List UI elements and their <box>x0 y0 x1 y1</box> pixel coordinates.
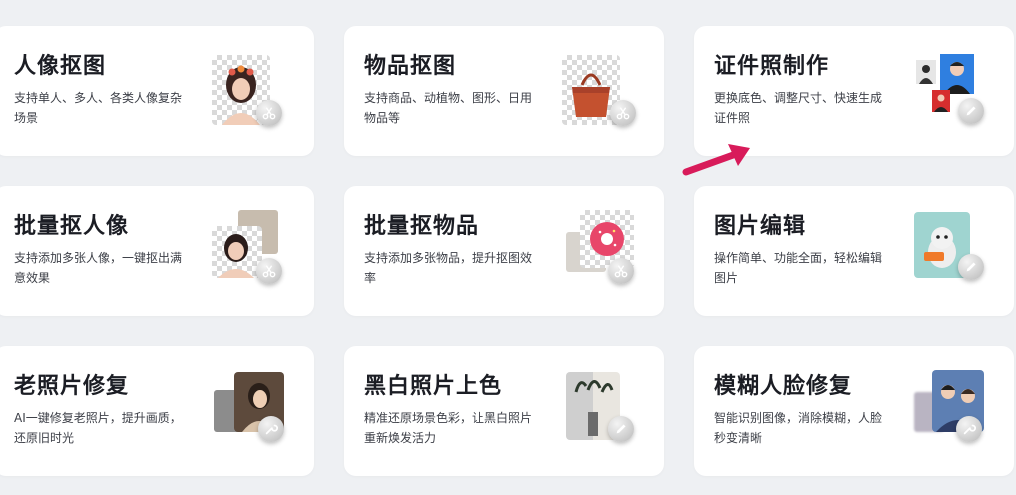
pencil-icon <box>958 254 984 280</box>
card-desc: 精准还原场景色彩，让黑白照片重新焕发活力 <box>364 411 533 445</box>
card-title: 批量抠人像 <box>14 214 130 239</box>
card-bw-colorize[interactable]: 黑白照片上色 精准还原场景色彩，让黑白照片重新焕发活力 <box>344 346 664 476</box>
card-title: 批量抠物品 <box>364 214 480 239</box>
card-batch-object[interactable]: 批量抠物品 支持添加多张物品，提升抠图效率 <box>344 186 664 316</box>
card-image-editor[interactable]: 图片编辑 操作简单、功能全面，轻松编辑图片 <box>694 186 1014 316</box>
id-photo-red-thumbnail <box>932 90 950 112</box>
card-desc: 智能识别图像，消除模糊，人脸秒变清晰 <box>714 411 883 445</box>
card-desc: 支持商品、动植物、图形、日用物品等 <box>364 91 533 125</box>
card-desc: 支持单人、多人、各类人像复杂场景 <box>14 91 183 125</box>
pencil-icon <box>958 98 984 124</box>
card-object-cutout[interactable]: 物品抠图 支持商品、动植物、图形、日用物品等 <box>344 26 664 156</box>
card-title: 模糊人脸修复 <box>714 374 853 399</box>
card-title: 老照片修复 <box>14 374 130 399</box>
batch-portrait-thumbnail <box>212 226 262 278</box>
card-desc: 支持添加多张物品，提升抠图效率 <box>364 251 533 285</box>
scissors-icon <box>608 258 634 284</box>
card-title: 人像抠图 <box>14 54 107 79</box>
card-old-photo-restore[interactable]: 老照片修复 AI一键修复老照片，提升画质，还原旧时光 <box>0 346 314 476</box>
card-title: 物品抠图 <box>364 54 457 79</box>
scissors-icon <box>610 100 636 126</box>
card-title: 证件照制作 <box>714 54 830 79</box>
id-photo-gray-thumbnail <box>916 60 936 84</box>
card-desc: 更换底色、调整尺寸、快速生成证件照 <box>714 91 883 125</box>
card-batch-portrait[interactable]: 批量抠人像 支持添加多张人像，一键抠出满意效果 <box>0 186 314 316</box>
card-portrait-cutout[interactable]: 人像抠图 支持单人、多人、各类人像复杂场景 <box>0 26 314 156</box>
card-desc: 操作简单、功能全面，轻松编辑图片 <box>714 251 883 285</box>
card-title: 黑白照片上色 <box>364 374 503 399</box>
wrench-icon <box>258 416 284 442</box>
id-photo-blue-thumbnail <box>940 54 974 94</box>
card-id-photo[interactable]: 证件照制作 更换底色、调整尺寸、快速生成证件照 <box>694 26 1014 156</box>
pointer-arrow <box>682 144 750 176</box>
feature-grid: 人像抠图 支持单人、多人、各类人像复杂场景 物品抠图 支持商品、动植物、图形、日… <box>0 0 1016 495</box>
scissors-icon <box>256 100 282 126</box>
card-desc: 支持添加多张人像，一键抠出满意效果 <box>14 251 183 285</box>
card-blurry-face-restore[interactable]: 模糊人脸修复 智能识别图像，消除模糊，人脸秒变清晰 <box>694 346 1014 476</box>
pencil-icon <box>608 416 634 442</box>
card-title: 图片编辑 <box>714 214 807 239</box>
card-desc: AI一键修复老照片，提升画质，还原旧时光 <box>14 411 182 445</box>
scissors-icon <box>256 258 282 284</box>
wrench-icon <box>956 416 982 442</box>
